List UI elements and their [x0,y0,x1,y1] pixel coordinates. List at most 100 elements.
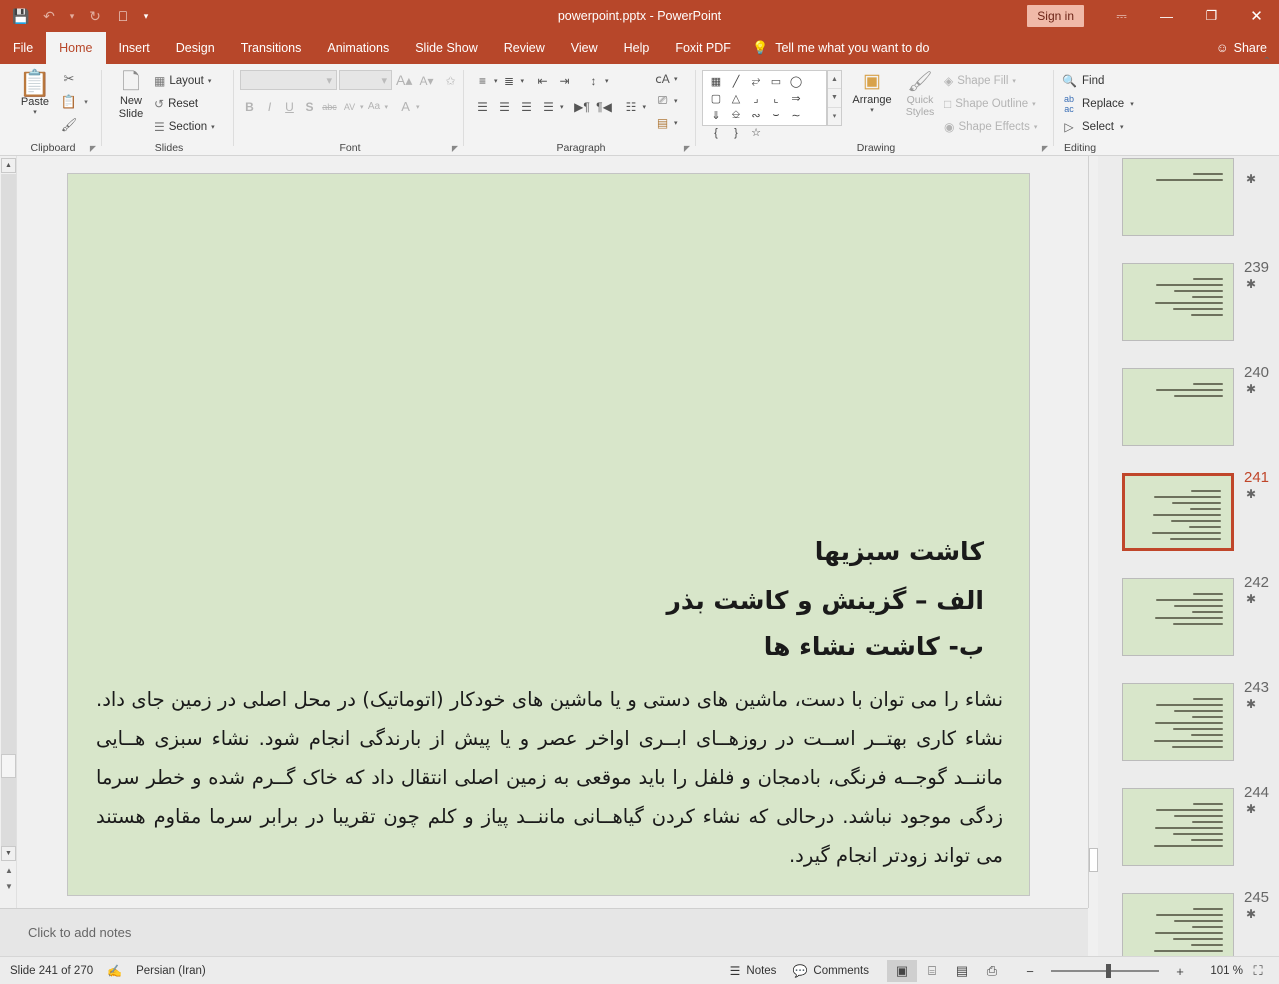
font-color-button[interactable]: A [396,96,415,117]
elbow-arrow-shape-icon[interactable]: ⌞ [766,90,786,107]
section-caret-icon[interactable]: ▾ [211,123,215,131]
gallery-scroll-up-icon[interactable]: ▲ [828,71,841,90]
ribbon-display-options-icon[interactable]: ⎓ [1099,0,1144,32]
chevron-down-icon[interactable]: ▾ [326,74,332,87]
star-shape-icon[interactable]: ☆ [746,124,766,141]
text-shadow-button[interactable]: S [300,96,319,117]
increase-font-size-button[interactable]: A▴ [394,70,414,91]
text-direction-ltr-icon[interactable]: ▶¶ [572,96,593,117]
tab-help[interactable]: Help [611,32,663,64]
format-painter-button[interactable]: 🖌 [56,114,82,136]
textbox-shape-icon[interactable]: ▦ [706,73,726,90]
arrow-shape-icon[interactable]: ⥂ [746,73,766,90]
tab-slide-show[interactable]: Slide Show [402,32,491,64]
decrease-indent-icon[interactable]: ⇤ [532,70,553,91]
increase-indent-icon[interactable]: ⇥ [554,70,575,91]
decrease-font-size-button[interactable]: A▾ [417,70,436,91]
underline-button[interactable]: U [280,96,299,117]
zoom-slider-thumb[interactable] [1106,964,1111,978]
normal-view-button[interactable]: ▣ [887,960,917,982]
new-slide-button[interactable]: 🗋 New Slide [108,69,154,121]
arrange-button[interactable]: ▣ Arrange ▾ [848,70,896,114]
left-brace-shape-icon[interactable]: { [706,124,726,141]
rectangle-shape-icon[interactable]: ▭ [766,73,786,90]
previous-slide-icon[interactable]: ▲ [3,865,15,877]
columns-icon[interactable]: ☷ [621,96,642,117]
comments-toggle-button[interactable]: 💬 Comments [784,957,877,984]
slide-body-paragraph[interactable]: نشاء را می توان با دست، ماشین های دستی و… [96,680,1003,875]
right-brace-shape-icon[interactable]: } [726,124,746,141]
scroll-up-icon[interactable]: ▲ [1,158,16,173]
thumbnail-slide[interactable] [1122,788,1234,866]
justify-caret-icon[interactable]: ▾ [560,103,564,111]
shapes-gallery[interactable]: ▦ ╱ ⥂ ▭ ◯ ▢ △ ⌟ ⌞ ⇒ ⇓ ⎒ ∾ ⌣ ∼ { } ☆ [702,70,827,139]
tab-foxit-pdf[interactable]: Foxit PDF [662,32,744,64]
justify-icon[interactable]: ☰ [538,96,559,117]
thumbnail-slide[interactable] [1122,368,1234,446]
character-spacing-button[interactable]: AV [340,96,359,117]
shape-fill-button[interactable]: ◈ Shape Fill ▾ [944,70,1016,92]
gallery-scroll-down-icon[interactable]: ▼ [828,89,841,108]
copy-button[interactable]: 📋 [56,91,82,113]
animation-star-icon[interactable]: ✱ [1246,802,1256,816]
curve-shape-icon[interactable]: ⌣ [766,107,786,124]
thumbnail-slide-selected[interactable] [1122,473,1234,551]
select-button[interactable]: ▷ Select ▾ [1062,116,1123,138]
line-shape-icon[interactable]: ╱ [726,73,746,90]
rounded-rectangle-shape-icon[interactable]: ▢ [706,90,726,107]
align-right-icon[interactable]: ☰ [516,96,537,117]
close-icon[interactable]: ✕ [1234,0,1279,32]
bullets-caret-icon[interactable]: ▾ [494,77,498,85]
shape-effects-button[interactable]: ◉ Shape Effects ▾ [944,116,1037,138]
slide-sorter-view-button[interactable]: ⌸ [917,960,947,982]
thumbnail-slide[interactable] [1122,683,1234,761]
paragraph-dialog-launcher-icon[interactable]: ◤ [684,144,690,153]
animation-star-icon[interactable]: ✱ [1246,697,1256,711]
tab-review[interactable]: Review [491,32,558,64]
pane-splitter-grip[interactable] [1089,848,1098,872]
shape-outline-caret-icon[interactable]: ▾ [1032,100,1036,108]
collapse-ribbon-icon[interactable]: ⌃ [1263,56,1271,67]
zoom-slider[interactable] [1045,957,1165,984]
bold-button[interactable]: B [240,96,259,117]
font-color-caret-icon[interactable]: ▾ [416,103,420,111]
animation-star-icon[interactable]: ✱ [1246,592,1256,606]
next-slide-icon[interactable]: ▼ [3,881,15,893]
drawing-dialog-launcher-icon[interactable]: ◤ [1042,144,1048,153]
line-spacing-caret-icon[interactable]: ▾ [605,77,609,85]
convert-smartart-button[interactable]: ▤ ▾ [652,112,678,133]
tab-design[interactable]: Design [163,32,228,64]
triangle-shape-icon[interactable]: △ [726,90,746,107]
align-text-caret-icon[interactable]: ▾ [674,97,678,105]
animation-star-icon[interactable]: ✱ [1246,487,1256,501]
paste-button[interactable]: 📋 Paste ▾ [12,68,58,116]
freeform-shape-icon[interactable]: ∼ [786,107,806,124]
notes-pane[interactable]: Click to add notes [0,908,1088,956]
slide-heading-2[interactable]: الف – گزینش و کاشت بذر [666,586,984,615]
align-text-button[interactable]: ⎚ ▾ [652,90,678,111]
reset-button[interactable]: ↺ Reset [154,93,198,115]
strikethrough-button[interactable]: abc [320,96,339,117]
clipboard-dialog-launcher-icon[interactable]: ◤ [90,144,96,153]
shape-outline-button[interactable]: □ Shape Outline ▾ [944,93,1036,115]
reading-view-button[interactable]: ▤ [947,960,977,982]
slide-vertical-scrollbar[interactable]: ▲ ▼ ▲ ▼ [0,156,17,908]
elbow-connector-shape-icon[interactable]: ⌟ [746,90,766,107]
notes-toggle-button[interactable]: ☰ Notes [722,957,785,984]
clear-formatting-icon[interactable]: ✩ [441,70,460,91]
scribble-shape-icon[interactable]: ∾ [746,107,766,124]
smartart-caret-icon[interactable]: ▾ [674,119,678,127]
animation-star-icon[interactable]: ✱ [1246,277,1256,291]
slide-heading-3[interactable]: ب- کاشت نشاء ها [764,632,984,661]
tab-animations[interactable]: Animations [314,32,402,64]
animation-star-icon[interactable]: ✱ [1246,382,1256,396]
thumbnail-slide[interactable] [1122,263,1234,341]
line-spacing-icon[interactable]: ↕ [583,70,604,91]
quick-styles-button[interactable]: 🖌 Quick Styles [898,70,942,118]
numbering-icon[interactable]: ≣ [499,70,520,91]
font-dialog-launcher-icon[interactable]: ◤ [452,144,458,153]
animation-star-icon[interactable]: ✱ [1246,907,1256,921]
text-direction-button[interactable]: ⅽA ▾ [652,68,677,89]
select-caret-icon[interactable]: ▾ [1120,123,1124,131]
scroll-track[interactable] [1,174,16,854]
